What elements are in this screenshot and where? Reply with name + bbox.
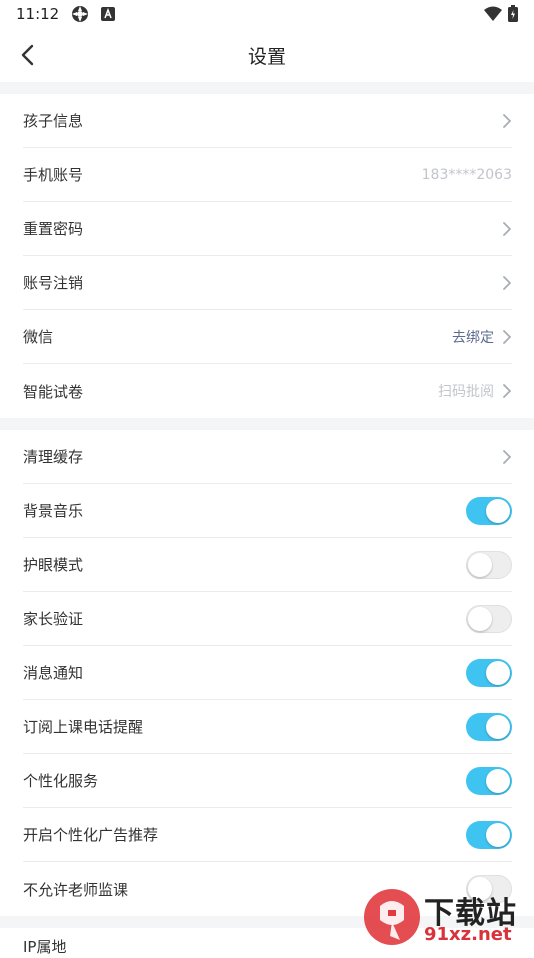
battery-icon — [508, 5, 518, 26]
settings-row-smart-paper[interactable]: 智能试卷 扫码批阅 — [23, 364, 512, 418]
background-music-toggle[interactable] — [466, 497, 512, 525]
eye-care-toggle[interactable] — [466, 551, 512, 579]
row-label: 智能试卷 — [23, 382, 84, 401]
class-call-reminder-toggle[interactable] — [466, 713, 512, 741]
row-label: 重置密码 — [23, 220, 84, 238]
row-label: 背景音乐 — [23, 502, 84, 520]
settings-row-class-call-reminder: 订阅上课电话提醒 — [23, 700, 512, 754]
row-label: 微信 — [23, 328, 54, 346]
row-label: 手机账号 — [23, 166, 84, 184]
chevron-right-icon — [503, 222, 511, 236]
settings-row-notifications: 消息通知 — [23, 646, 512, 700]
chevron-right-icon — [503, 276, 511, 290]
row-label: 家长验证 — [23, 610, 84, 628]
settings-row-delete-account[interactable]: 账号注销 — [23, 256, 512, 310]
site-watermark: 下载站 91xz.net — [362, 886, 530, 948]
section-divider — [0, 418, 534, 430]
row-label: 孩子信息 — [23, 112, 84, 130]
row-label: 不允许老师监课 — [23, 880, 129, 899]
wifi-icon — [484, 6, 502, 26]
settings-row-wechat[interactable]: 微信 去绑定 — [23, 310, 512, 364]
notifications-toggle[interactable] — [466, 659, 512, 687]
scan-review-value: 扫码批阅 — [438, 384, 494, 400]
row-label: 订阅上课电话提醒 — [23, 718, 144, 736]
chevron-right-icon — [503, 450, 511, 464]
watermark-logo-icon — [364, 889, 420, 945]
settings-row-personalized-service: 个性化服务 — [23, 754, 512, 808]
page-title: 设置 — [247, 45, 286, 68]
parent-verify-toggle[interactable] — [466, 605, 512, 633]
header: 设置 — [0, 28, 534, 82]
section-divider — [0, 82, 534, 94]
row-label: 护眼模式 — [23, 556, 84, 574]
row-label: IP属地 — [23, 938, 67, 956]
app-settings-list: 清理缓存 背景音乐 护眼模式 家长验证 消息通知 订阅上课电话提醒 个性化服务 … — [0, 430, 534, 916]
back-button[interactable] — [10, 38, 44, 72]
account-settings-list: 孩子信息 手机账号 183****2063 重置密码 账号注销 微信 去绑定 智… — [0, 94, 534, 418]
wechat-bind-link[interactable]: 去绑定 — [452, 327, 494, 347]
sync-icon — [71, 5, 89, 23]
settings-row-phone-account[interactable]: 手机账号 183****2063 — [23, 148, 512, 202]
status-time: 11:12 — [16, 5, 60, 23]
settings-row-parent-verify: 家长验证 — [23, 592, 512, 646]
watermark-url: 91xz.net — [424, 924, 512, 945]
settings-row-personalized-ads: 开启个性化广告推荐 — [23, 808, 512, 862]
settings-row-clear-cache[interactable]: 清理缓存 — [23, 430, 512, 484]
a-badge-icon — [101, 7, 116, 21]
settings-row-child-info[interactable]: 孩子信息 — [23, 94, 512, 148]
row-label: 个性化服务 — [23, 772, 99, 790]
chevron-left-icon — [21, 44, 34, 66]
status-bar: 11:12 — [0, 0, 534, 28]
row-label: 清理缓存 — [23, 448, 84, 466]
chevron-right-icon — [503, 114, 511, 128]
chevron-right-icon — [503, 330, 511, 344]
row-label: 开启个性化广告推荐 — [23, 826, 159, 844]
personalized-ads-toggle[interactable] — [466, 821, 512, 849]
settings-row-reset-password[interactable]: 重置密码 — [23, 202, 512, 256]
personalized-service-toggle[interactable] — [466, 767, 512, 795]
phone-number-value: 183****2063 — [421, 167, 512, 183]
row-label: 消息通知 — [23, 664, 84, 682]
row-label: 账号注销 — [23, 274, 84, 292]
settings-row-eye-care: 护眼模式 — [23, 538, 512, 592]
chevron-right-icon — [503, 384, 511, 398]
settings-row-background-music: 背景音乐 — [23, 484, 512, 538]
